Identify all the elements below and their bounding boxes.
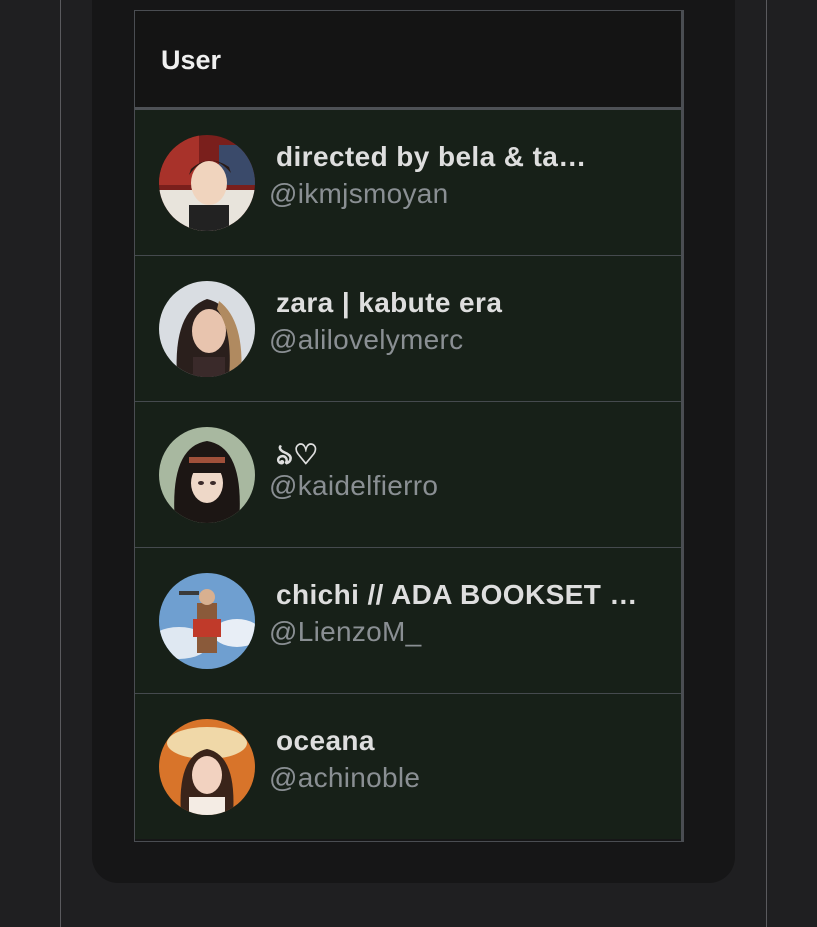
user-handle[interactable]: @achinoble	[269, 762, 420, 794]
user-display-name: zara | kabute era	[276, 287, 503, 318]
avatar-icon[interactable]	[159, 573, 255, 669]
table-row[interactable]: zara | kabute era @alilovelymerc	[135, 256, 683, 402]
user-handle[interactable]: @alilovelymerc	[269, 324, 463, 356]
column-header-user[interactable]: User	[161, 45, 221, 76]
table-header-row: User	[135, 11, 683, 110]
users-table-grid: User directed by bela & ta… @ikmjsmoyan	[134, 10, 684, 842]
avatar-icon[interactable]	[159, 281, 255, 377]
column-divider	[681, 11, 683, 841]
table-row[interactable]: chichi // ADA BOOKSET … @LienzoM_	[135, 548, 683, 694]
user-display-name: oceana	[276, 725, 375, 756]
user-display-name: chichi // ADA BOOKSET …	[276, 579, 638, 610]
user-handle[interactable]: @LienzoM_	[269, 616, 422, 648]
table-row[interactable]: directed by bela & ta… @ikmjsmoyan	[135, 110, 683, 256]
user-display-name: directed by bela & ta…	[276, 141, 587, 172]
user-handle[interactable]: @ikmjsmoyan	[269, 178, 449, 210]
left-guide-line	[60, 0, 61, 927]
user-handle[interactable]: @kaidelfierro	[269, 470, 438, 502]
table-row[interactable]: oceana @achinoble	[135, 694, 683, 839]
avatar-icon[interactable]	[159, 427, 255, 523]
table-row[interactable]: ঌ♡ @kaidelfierro	[135, 402, 683, 548]
right-guide-line	[766, 0, 767, 927]
users-table: User directed by bela & ta… @ikmjsmoyan	[134, 10, 694, 842]
avatar-icon[interactable]	[159, 719, 255, 815]
avatar-icon[interactable]	[159, 135, 255, 231]
